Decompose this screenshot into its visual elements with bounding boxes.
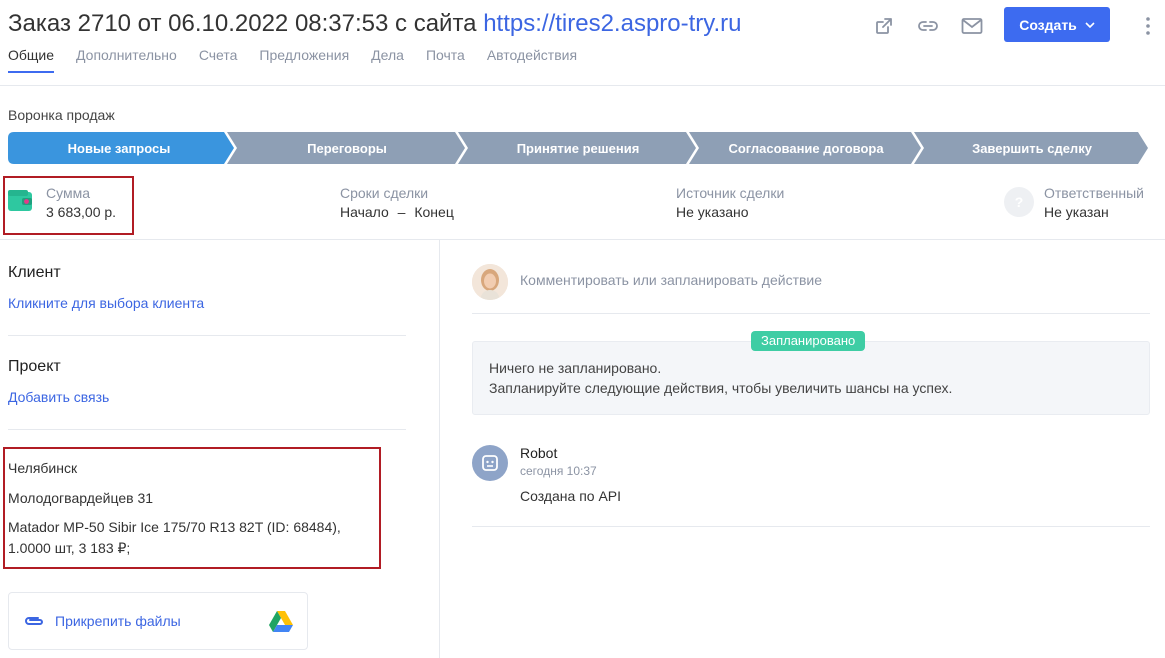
terms-end[interactable]: Конец <box>414 204 453 220</box>
robot-name: Robot <box>520 445 558 461</box>
tab-invoices[interactable]: Счета <box>199 47 238 73</box>
page-header: Заказ 2710 от 06.10.2022 08:37:53 с сайт… <box>0 0 1165 86</box>
attach-files-button[interactable]: Прикрепить файлы <box>8 592 308 650</box>
tab-additional[interactable]: Дополнительно <box>76 47 177 73</box>
sum-value[interactable]: 3 683,00 р. <box>46 202 116 222</box>
create-button-label: Создать <box>1019 16 1077 33</box>
title-text: Заказ 2710 от 06.10.2022 08:37:53 с сайт… <box>8 10 484 37</box>
client-title: Клиент <box>8 264 61 281</box>
responsible-avatar[interactable]: ? <box>1004 187 1034 217</box>
select-client-link[interactable]: Кликните для выбора клиента <box>8 295 204 311</box>
planned-box <box>472 341 1150 415</box>
comment-input[interactable]: Комментировать или запланировать действи… <box>520 272 822 288</box>
column-divider <box>439 240 440 658</box>
terms-label: Сроки сделки <box>340 185 429 201</box>
vertical-dots-icon[interactable] <box>1138 12 1158 40</box>
responsible-value[interactable]: Не указан <box>1044 202 1144 222</box>
tab-bar: Общие Дополнительно Счета Предложения Де… <box>8 47 577 73</box>
product-line-2: 1.0000 шт, 3 183 ₽; <box>8 540 131 556</box>
divider <box>472 313 1150 314</box>
google-drive-icon[interactable] <box>269 611 293 632</box>
stage-contract[interactable]: Согласование договора <box>694 132 918 164</box>
responsible-block: Ответственный Не указан <box>1044 184 1144 222</box>
sum-label: Сумма <box>46 185 90 201</box>
funnel-label: Воронка продаж <box>8 107 115 123</box>
stage-new-requests[interactable]: Новые запросы <box>8 132 230 164</box>
project-title: Проект <box>8 358 61 375</box>
source-block: Источник сделки Не указано <box>676 184 784 222</box>
tab-general[interactable]: Общие <box>8 47 55 73</box>
tab-offers[interactable]: Предложения <box>259 47 349 73</box>
robot-avatar <box>472 445 508 481</box>
source-value[interactable]: Не указано <box>676 202 784 222</box>
wallet-icon <box>8 190 34 217</box>
page-title: Заказ 2710 от 06.10.2022 08:37:53 с сайт… <box>8 8 742 40</box>
mail-icon[interactable] <box>958 12 986 40</box>
add-link-link[interactable]: Добавить связь <box>8 389 109 405</box>
address-street: Молодогвардейцев 31 <box>8 490 154 506</box>
link-icon[interactable] <box>914 12 942 40</box>
robot-icon <box>482 455 498 471</box>
terms-block: Сроки сделки Начало – Конец <box>340 184 454 222</box>
attach-files-label: Прикрепить файлы <box>55 613 181 629</box>
divider <box>472 526 1150 527</box>
address-city: Челябинск <box>8 460 78 476</box>
planned-empty-text: Ничего не запланировано. <box>489 360 662 376</box>
robot-timestamp: сегодня 10:37 <box>520 464 597 478</box>
chevron-down-icon <box>1085 21 1095 28</box>
site-link[interactable]: https://tires2.aspro-try.ru <box>483 10 741 37</box>
planned-badge: Запланировано <box>751 331 866 351</box>
stage-close-deal[interactable]: Завершить сделку <box>919 132 1145 164</box>
create-button[interactable]: Создать <box>1004 7 1110 42</box>
paperclip-icon <box>25 617 43 625</box>
planned-hint-text: Запланируйте следующие действия, чтобы у… <box>489 380 953 396</box>
open-external-icon[interactable] <box>870 12 898 40</box>
divider <box>8 335 406 336</box>
divider <box>8 429 406 430</box>
tab-automation[interactable]: Автодействия <box>487 47 577 73</box>
deal-info-row: Сумма 3 683,00 р. Сроки сделки Начало – … <box>0 176 1165 240</box>
terms-value: Начало – Конец <box>340 202 454 222</box>
terms-start[interactable]: Начало <box>340 204 389 220</box>
responsible-label: Ответственный <box>1044 185 1144 201</box>
sales-funnel: Новые запросы Переговоры Принятие решени… <box>8 132 1148 164</box>
source-label: Источник сделки <box>676 185 785 201</box>
tab-mail[interactable]: Почта <box>426 47 465 73</box>
tab-tasks[interactable]: Дела <box>371 47 404 73</box>
sum-block: Сумма 3 683,00 р. <box>46 184 116 222</box>
stage-decision[interactable]: Принятие решения <box>463 132 693 164</box>
robot-message: Создана по API <box>520 488 622 504</box>
unknown-user-icon: ? <box>1014 194 1024 210</box>
stage-negotiation[interactable]: Переговоры <box>232 132 462 164</box>
terms-separator: – <box>397 204 406 220</box>
product-line-1: Matador MP-50 Sibir Ice 175/70 R13 82T (… <box>8 519 341 535</box>
user-avatar <box>472 264 508 300</box>
